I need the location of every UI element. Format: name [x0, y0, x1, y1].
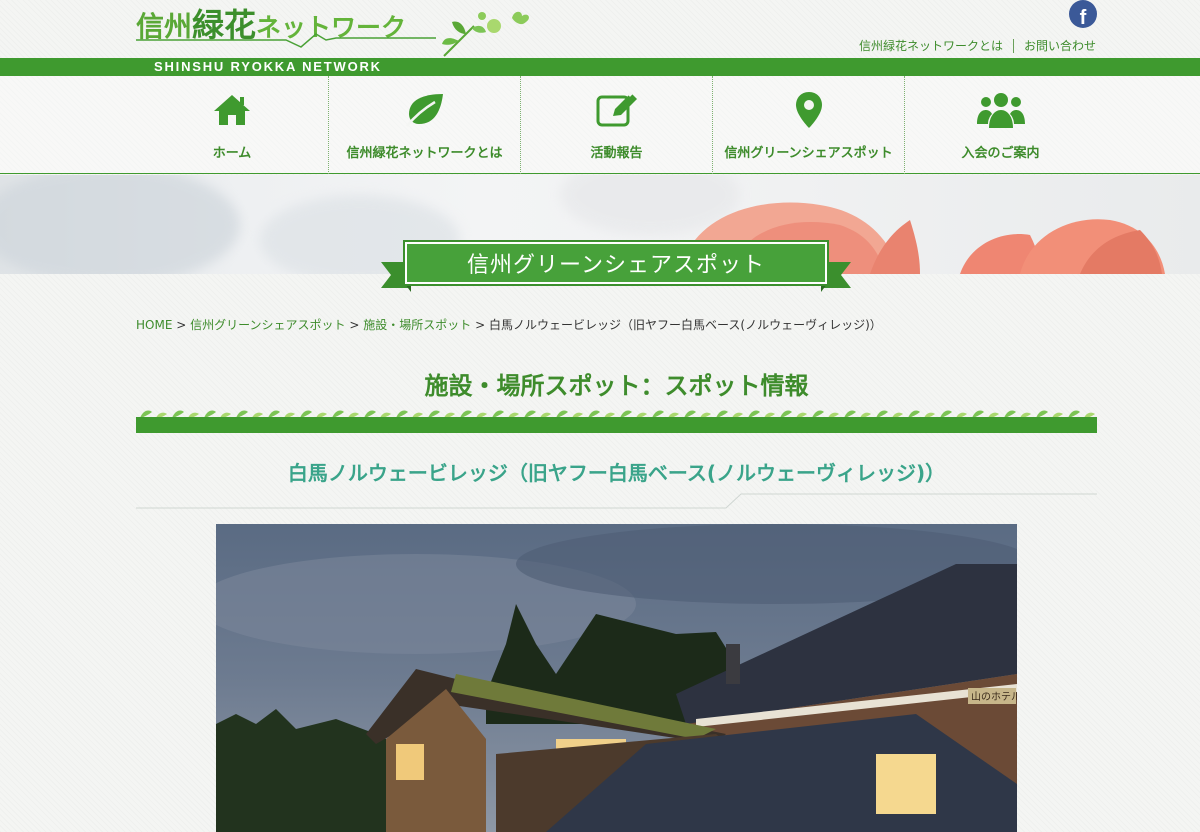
- users-icon: [976, 92, 1025, 128]
- site-tagline: SHINSHU RYOKKA NETWORK: [154, 59, 382, 74]
- nav-label-about: 信州緑花ネットワークとは: [346, 146, 503, 161]
- breadcrumb-separator: >: [176, 318, 187, 332]
- nav-item-reports[interactable]: 活動報告: [520, 76, 712, 174]
- contact-link[interactable]: お問い合わせ: [1024, 37, 1096, 54]
- nav-item-membership[interactable]: 入会のご案内: [904, 76, 1096, 174]
- nav-label-membership: 入会のご案内: [961, 146, 1040, 161]
- hero-bokeh: [0, 175, 240, 274]
- spot-title-underline: [136, 493, 1097, 509]
- breadcrumb-facility-spots[interactable]: 施設・場所スポット: [363, 318, 471, 332]
- leaf-icon: [403, 92, 447, 128]
- photo-sign-text: 山のホテル: [971, 691, 1017, 703]
- logo-zigzag-line: [136, 33, 436, 48]
- nav-item-home[interactable]: ホーム: [136, 76, 328, 174]
- breadcrumb-current: 白馬ノルウェービレッジ（旧ヤフー白馬ベース(ノルウェーヴィレッジ)）: [488, 318, 882, 332]
- nav-item-about[interactable]: 信州緑花ネットワークとは: [328, 76, 520, 174]
- breadcrumb-greenshare[interactable]: 信州グリーンシェアスポット: [190, 318, 345, 332]
- link-divider: [1012, 38, 1014, 53]
- site-header: 信州緑花ネットワーク f 信州緑花ネットワークとは お問い合わせ SHINSHU…: [0, 0, 1200, 78]
- banner-title: 信州グリーンシェアスポット: [467, 253, 765, 278]
- banner-body: 信州グリーンシェアスポット: [403, 240, 829, 286]
- facebook-glyph: f: [1079, 7, 1087, 29]
- about-link[interactable]: 信州緑花ネットワークとは: [859, 37, 1003, 54]
- home-icon: [212, 92, 252, 128]
- spot-photo-image: 山のホテル: [216, 524, 1017, 832]
- nav-item-greenshare[interactable]: 信州グリーンシェアスポット: [712, 76, 904, 174]
- breadcrumb-separator: >: [349, 318, 360, 332]
- leaf-divider-bar: [136, 417, 1097, 433]
- nav-label-home: ホーム: [212, 146, 252, 161]
- page-banner: 信州グリーンシェアスポット: [381, 240, 851, 292]
- map-pin-icon: [794, 92, 824, 128]
- facebook-icon[interactable]: f: [1069, 0, 1097, 28]
- site-logo[interactable]: 信州緑花ネットワーク: [136, 0, 536, 58]
- global-nav: ホーム 信州緑花ネットワークとは 活動報告 信州グリーンシェアスポット 入会のご…: [0, 76, 1200, 174]
- breadcrumb-separator: >: [475, 318, 486, 332]
- breadcrumb-home[interactable]: HOME: [136, 318, 172, 332]
- edit-icon: [595, 92, 639, 128]
- header-top-links: 信州緑花ネットワークとは お問い合わせ: [859, 37, 1096, 54]
- nav-items: ホーム 信州緑花ネットワークとは 活動報告 信州グリーンシェアスポット 入会のご…: [136, 76, 1096, 174]
- nav-label-greenshare: 信州グリーンシェアスポット: [724, 146, 893, 161]
- logo-plant-icon: [442, 11, 529, 57]
- nav-label-reports: 活動報告: [590, 146, 643, 161]
- leaf-divider: [136, 406, 1097, 433]
- breadcrumb: HOME > 信州グリーンシェアスポット > 施設・場所スポット > 白馬ノルウ…: [136, 316, 882, 333]
- section-title: 施設・場所スポット：スポット情報: [424, 372, 809, 400]
- spot-title: 白馬ノルウェービレッジ（旧ヤフー白馬ベース(ノルウェーヴィレッジ)）: [287, 461, 946, 485]
- spot-photo: 山のホテル: [216, 524, 1017, 832]
